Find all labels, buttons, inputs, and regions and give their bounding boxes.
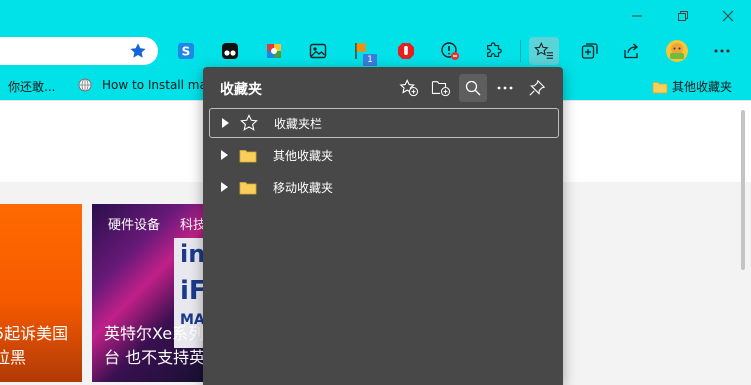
more-horizontal-icon [714, 49, 730, 53]
favorites-list-icon [534, 42, 553, 59]
image-icon [309, 43, 327, 59]
bookmark-label: 你还敢... [8, 80, 56, 94]
minimize-icon [632, 15, 642, 17]
folder-label: 收藏夹栏 [274, 116, 323, 131]
news-card-title: 5起诉美国 拉黑 [0, 322, 76, 370]
close-button[interactable] [705, 4, 751, 28]
favorites-button[interactable] [529, 37, 559, 65]
color-puzzle-icon [267, 44, 281, 58]
other-favorites-folder[interactable]: 其他收藏夹 [209, 140, 559, 170]
news-title-line: 台 也不支持英 [104, 348, 206, 367]
star-outline-icon [238, 114, 260, 132]
blocked-alert-icon [441, 42, 459, 60]
search-favorites-button[interactable] [459, 74, 487, 102]
news-title-line: 5起诉美国 [0, 324, 69, 343]
other-favorites-folder[interactable]: 其他收藏夹 [652, 78, 732, 95]
bookmark-item[interactable]: 你还敢... [8, 78, 55, 95]
favorites-bar-folder[interactable]: 收藏夹栏 [209, 108, 559, 138]
expand-arrow-icon[interactable] [215, 182, 233, 192]
extensions-button[interactable] [481, 38, 507, 64]
collections-button[interactable] [577, 38, 603, 64]
mobile-favorites-folder[interactable]: 移动收藏夹 [209, 172, 559, 202]
extension-blocker-button[interactable] [437, 38, 463, 64]
profile-button[interactable] [664, 38, 690, 64]
favorites-title: 收藏夹 [220, 82, 262, 98]
folder-label: 移动收藏夹 [273, 180, 334, 195]
expand-arrow-icon[interactable] [215, 150, 233, 160]
folder-add-icon [431, 81, 451, 97]
s-extension-icon: S [178, 43, 194, 59]
news-card[interactable]: int iF MA 硬件设备 科技 英特尔Xe系列 台 也不支持英 [92, 204, 212, 382]
star-add-icon [399, 79, 419, 97]
toolbar-separator [520, 40, 521, 62]
search-icon [465, 80, 481, 96]
settings-more-button[interactable] [709, 38, 735, 64]
svg-text:S: S [182, 45, 191, 59]
extension-color-button[interactable] [261, 38, 287, 64]
collections-icon [581, 43, 598, 59]
share-button[interactable] [619, 38, 645, 64]
extension-s-button[interactable]: S [173, 38, 199, 64]
share-icon [624, 43, 638, 59]
globe-icon [78, 78, 92, 92]
news-title-line: 英特尔Xe系列 [104, 324, 205, 343]
pin-icon [529, 79, 546, 96]
extension-image-button[interactable] [305, 38, 331, 64]
news-card-title: 英特尔Xe系列 台 也不支持英 [104, 322, 205, 370]
expand-arrow-icon[interactable] [216, 118, 234, 128]
extension-adblock-button[interactable] [393, 38, 419, 64]
avatar [666, 40, 688, 62]
news-card-tag[interactable]: 硬件设备 [108, 214, 160, 233]
bookmark-label: 其他收藏夹 [672, 80, 733, 94]
folder-icon [237, 148, 259, 163]
more-options-button[interactable] [491, 74, 519, 102]
star-filled-icon [130, 43, 146, 58]
extension-tampermonkey-button[interactable] [217, 38, 243, 64]
folder-icon [237, 180, 259, 195]
pin-favorites-button[interactable] [523, 74, 551, 102]
folder-icon [652, 81, 668, 93]
add-favorite-button[interactable] [125, 38, 151, 64]
restore-button[interactable] [660, 4, 706, 28]
add-page-to-favorites-button[interactable] [395, 74, 423, 102]
add-folder-button[interactable] [427, 74, 455, 102]
puzzle-icon [487, 42, 502, 57]
toolbar: S 1 [0, 32, 751, 70]
adblock-hand-icon [398, 43, 414, 59]
more-horizontal-icon [497, 86, 513, 90]
restore-icon [678, 11, 688, 21]
favorites-flyout: 收藏夹 收藏夹栏 其他收藏夹 移动收藏夹 [203, 67, 563, 385]
minimize-button[interactable] [614, 4, 660, 28]
close-icon [722, 10, 734, 22]
news-title-line: 拉黑 [0, 348, 27, 367]
news-card[interactable]: 5起诉美国 拉黑 [0, 204, 82, 382]
title-bar [0, 0, 751, 32]
extension-badge: 1 [363, 54, 377, 66]
page-scrollbar[interactable] [741, 110, 745, 270]
folder-label: 其他收藏夹 [273, 148, 334, 163]
tampermonkey-icon [222, 43, 238, 59]
